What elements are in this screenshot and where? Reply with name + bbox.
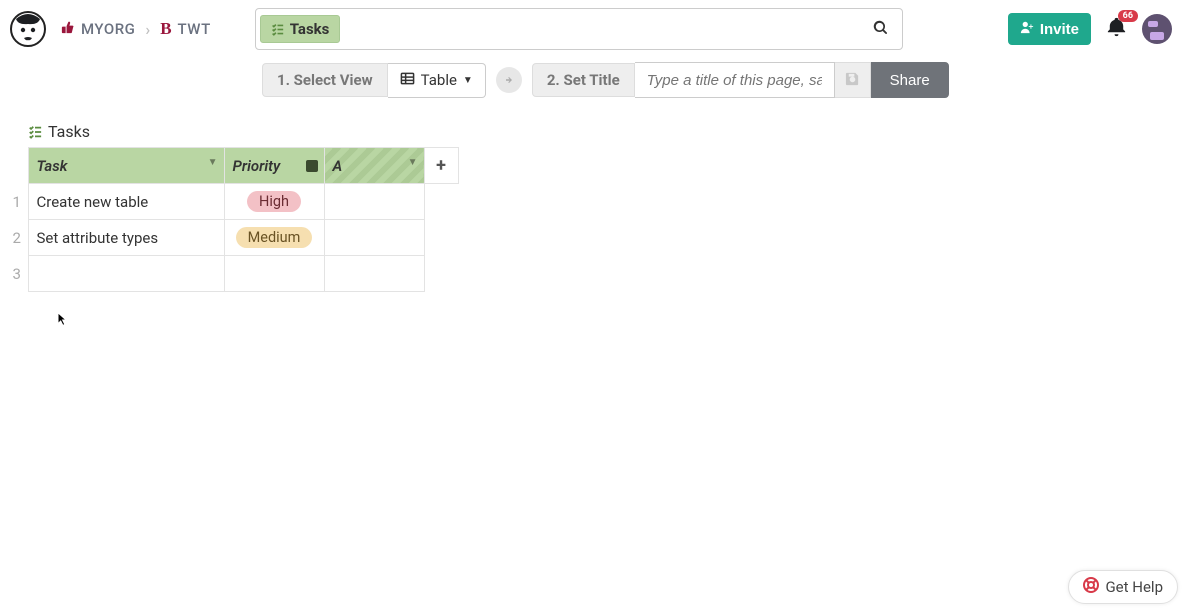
- chevron-right-icon: ›: [145, 20, 150, 39]
- header-actions: Invite 66: [1008, 13, 1178, 45]
- view-toolbar: 1. Select View Table ▼ 2. Set Title Shar…: [0, 58, 1188, 102]
- view-select[interactable]: Table ▼: [388, 63, 486, 98]
- breadcrumb: MYORG › B TWT: [60, 19, 211, 39]
- bell-icon: [1105, 24, 1128, 43]
- help-icon: [1083, 577, 1099, 597]
- cell-new[interactable]: [324, 256, 424, 292]
- notifications-button[interactable]: 66: [1105, 16, 1128, 43]
- search-chip[interactable]: Tasks: [260, 15, 341, 43]
- tasks-icon: [28, 125, 42, 139]
- page-title-input[interactable]: [635, 62, 835, 98]
- add-column-button[interactable]: +: [424, 148, 458, 184]
- thumbs-up-icon: [60, 20, 75, 39]
- tasks-table: Task ▼ Priority A ▼ + 1Create new table H…: [10, 147, 459, 292]
- table-title: Tasks: [28, 122, 1188, 141]
- step-arrow-icon: [496, 67, 522, 93]
- cell-new[interactable]: [324, 220, 424, 256]
- search-chip-label: Tasks: [290, 20, 330, 38]
- view-select-label: Table: [421, 71, 457, 89]
- row-number: 3: [10, 256, 28, 292]
- cell-task[interactable]: Create new table: [28, 184, 224, 220]
- table-icon: [400, 71, 415, 90]
- save-icon: [845, 71, 860, 90]
- tasks-icon: [271, 23, 284, 36]
- table-row: 3: [10, 256, 458, 292]
- rownum-header: [10, 148, 28, 184]
- row-number: 1: [10, 184, 28, 220]
- header-bar: MYORG › B TWT Tasks Invite: [0, 0, 1188, 58]
- row-number: 2: [10, 220, 28, 256]
- mouse-cursor-icon: [57, 312, 68, 328]
- column-priority[interactable]: Priority: [224, 148, 324, 184]
- cell-priority[interactable]: [224, 256, 324, 292]
- cell-priority[interactable]: Medium: [224, 220, 324, 256]
- column-control-icon[interactable]: [306, 160, 318, 172]
- column-task-label: Task: [37, 157, 68, 175]
- project-icon: B: [160, 19, 171, 39]
- step-2-label: 2. Set Title: [532, 63, 635, 97]
- cell-priority[interactable]: High: [224, 184, 324, 220]
- notification-badge: 66: [1118, 10, 1138, 22]
- caret-down-icon: ▼: [463, 75, 473, 86]
- priority-tag: Medium: [236, 227, 313, 248]
- column-new-label: A: [333, 157, 343, 175]
- table-row: 1Create new table High: [10, 184, 458, 220]
- table-row: 2Set attribute types Medium: [10, 220, 458, 256]
- search-box[interactable]: Tasks: [255, 8, 903, 50]
- column-new[interactable]: A ▼: [324, 148, 424, 184]
- breadcrumb-org[interactable]: MYORG: [81, 20, 135, 38]
- caret-down-icon: ▼: [208, 157, 218, 168]
- save-button[interactable]: [835, 62, 871, 98]
- avatar[interactable]: [1142, 14, 1172, 44]
- cell-new[interactable]: [324, 184, 424, 220]
- cell-task[interactable]: Set attribute types: [28, 220, 224, 256]
- column-priority-label: Priority: [233, 157, 281, 175]
- table-header-row: Task ▼ Priority A ▼ +: [10, 148, 458, 184]
- breadcrumb-project[interactable]: TWT: [178, 20, 211, 38]
- app-logo[interactable]: [10, 11, 46, 47]
- table-title-text: Tasks: [48, 122, 90, 141]
- plus-icon: +: [436, 155, 446, 176]
- user-plus-icon: [1020, 20, 1034, 38]
- get-help-label: Get Help: [1105, 578, 1163, 596]
- get-help-button[interactable]: Get Help: [1068, 570, 1178, 604]
- step-1-label: 1. Select View: [262, 63, 388, 97]
- share-button[interactable]: Share: [871, 62, 949, 98]
- caret-down-icon: ▼: [408, 157, 418, 168]
- priority-tag: High: [247, 191, 301, 212]
- column-task[interactable]: Task ▼: [28, 148, 224, 184]
- invite-button[interactable]: Invite: [1008, 13, 1091, 45]
- invite-label: Invite: [1040, 21, 1079, 38]
- cell-task[interactable]: [28, 256, 224, 292]
- search-icon[interactable]: [873, 20, 888, 39]
